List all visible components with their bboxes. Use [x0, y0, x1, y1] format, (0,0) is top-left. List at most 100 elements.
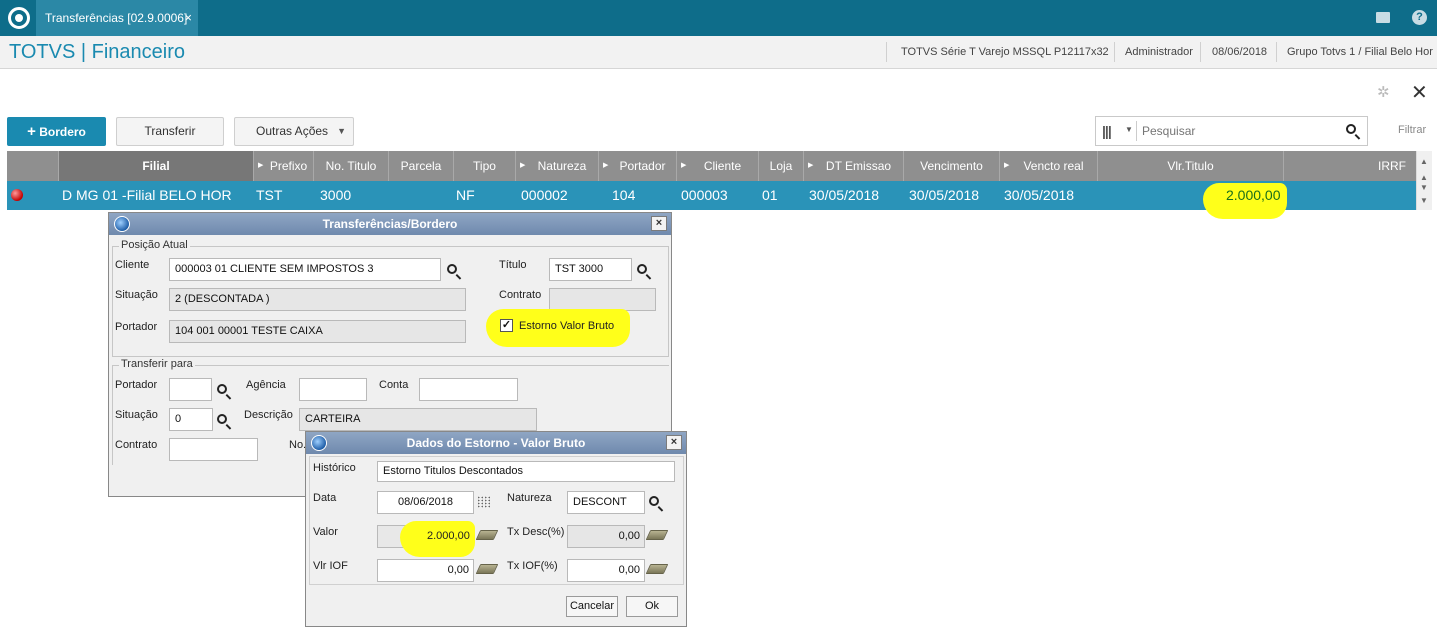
col-filial[interactable]: Filial	[59, 151, 254, 181]
valor-value: 2.000,00	[427, 530, 470, 542]
add-bordero-button[interactable]: + Bordero	[7, 117, 106, 146]
search-icon[interactable]	[637, 264, 647, 274]
natureza-field[interactable]: DESCONT	[567, 491, 645, 514]
col-parcela[interactable]: Parcela	[389, 151, 454, 181]
search-icon[interactable]	[447, 264, 457, 274]
col-parcela-label: Parcela	[400, 159, 442, 173]
cell-prefixo: TST	[256, 187, 283, 203]
cliente-field[interactable]: 000003 01 CLIENTE SEM IMPOSTOS 3	[169, 258, 441, 281]
col-vencto-real[interactable]: ▶ Vencto real	[1000, 151, 1098, 181]
dados-estorno-dialog: Dados do Estorno - Valor Bruto × Históri…	[305, 431, 687, 627]
outras-acoes-button[interactable]: Outras Ações ▼	[234, 117, 354, 146]
txdesc-label: Tx Desc(%)	[507, 526, 565, 538]
cliente-label: Cliente	[115, 259, 150, 271]
header-divider	[1114, 42, 1115, 62]
col-natureza-label: Natureza	[537, 159, 587, 173]
txiof-label: Tx IOF(%)	[507, 560, 558, 572]
col-portador[interactable]: ▶ Portador	[599, 151, 677, 181]
cell-portador: 104	[612, 187, 636, 203]
t-situacao-label: Situação	[115, 409, 158, 421]
historico-field[interactable]: Estorno Titulos Descontados	[377, 461, 675, 482]
cell-vencto-real: 30/05/2018	[1004, 187, 1075, 203]
search-divider	[1136, 121, 1137, 141]
descricao-label: Descrição	[244, 409, 293, 421]
vertical-scrollbar[interactable]: ▲ ▲ ▼ ▼	[1416, 151, 1432, 210]
search-icon[interactable]	[217, 414, 227, 424]
search-icon[interactable]	[1346, 124, 1356, 134]
col-dt-emissao[interactable]: ▶ DT Emissao	[804, 151, 904, 181]
gear-icon[interactable]: ✲	[1377, 83, 1390, 101]
columns-icon[interactable]: |||	[1102, 123, 1112, 139]
dialog-title: Dados do Estorno - Valor Bruto	[406, 436, 586, 450]
t-situacao-field[interactable]: 0	[169, 408, 213, 431]
col-prefixo[interactable]: ▶ Prefixo	[254, 151, 314, 181]
status-red-dot-icon	[11, 189, 23, 201]
search-icon[interactable]	[217, 384, 227, 394]
tab-transferencias[interactable]: Transferências [02.9.0006] ×	[36, 0, 198, 36]
col-vencimento[interactable]: Vencimento	[904, 151, 1000, 181]
vliof-field[interactable]: 0,00	[377, 559, 474, 582]
col-tipo[interactable]: Tipo	[454, 151, 516, 181]
t-contrato-field[interactable]	[169, 438, 258, 461]
col-irrf[interactable]: IRRF	[1284, 151, 1416, 181]
agencia-label: Agência	[246, 379, 286, 391]
filtrar-link[interactable]: Filtrar	[1398, 124, 1426, 136]
col-natureza[interactable]: ▶ Natureza	[516, 151, 599, 181]
search-filter-caret-icon[interactable]: ▼	[1125, 125, 1133, 134]
t-contrato-label: Contrato	[115, 439, 158, 451]
outras-acoes-label: Outras Ações	[256, 124, 329, 138]
plus-icon: +	[27, 123, 36, 140]
col-cliente[interactable]: ▶ Cliente	[677, 151, 759, 181]
col-vlr-titulo[interactable]: Vlr.Titulo	[1098, 151, 1284, 181]
mail-icon[interactable]	[1376, 12, 1390, 23]
transferir-label: Transferir	[144, 124, 196, 138]
cancel-button[interactable]: Cancelar	[566, 596, 618, 617]
scroll-down2-icon[interactable]: ▼	[1420, 196, 1428, 205]
scroll-up2-icon[interactable]: ▲	[1420, 173, 1428, 182]
portador-label: Portador	[115, 321, 158, 333]
ok-button[interactable]: Ok	[626, 596, 678, 617]
portador-field: 104 001 00001 TESTE CAIXA	[169, 320, 466, 343]
dialog-close-button[interactable]: ×	[666, 435, 682, 450]
tab-label: Transferências [02.9.0006]	[45, 11, 188, 25]
situacao-label: Situação	[115, 289, 158, 301]
dialog-close-button[interactable]: ×	[651, 216, 667, 231]
sort-arrow-icon: ▶	[520, 162, 526, 169]
col-status	[7, 151, 59, 181]
t-portador-field[interactable]	[169, 378, 212, 401]
totvs-logo-icon[interactable]	[8, 7, 30, 29]
search-icon[interactable]	[649, 496, 659, 506]
search-box[interactable]: ||| ▼	[1095, 116, 1368, 146]
conta-field[interactable]	[419, 378, 518, 401]
search-input[interactable]	[1140, 120, 1330, 142]
dialog-titlebar: Transferências/Bordero ×	[109, 213, 671, 235]
close-icon[interactable]: ✕	[1411, 80, 1428, 105]
cell-loja: 01	[762, 187, 778, 203]
header-divider	[1276, 42, 1277, 62]
txiof-field[interactable]: 0,00	[567, 559, 645, 582]
transferir-button[interactable]: Transferir	[116, 117, 224, 146]
header-divider	[886, 42, 887, 62]
scroll-down-icon[interactable]: ▼	[1420, 183, 1428, 192]
tab-close-icon[interactable]: ×	[184, 0, 192, 36]
col-no-titulo[interactable]: No. Titulo	[314, 151, 389, 181]
data-field[interactable]: 08/06/2018	[377, 491, 474, 514]
header-divider	[1200, 42, 1201, 62]
titulo-field[interactable]: TST 3000	[549, 258, 632, 281]
help-icon[interactable]: ?	[1412, 10, 1427, 25]
header-system: TOTVS Série T Varejo MSSQL P12117x32	[901, 46, 1109, 58]
cell-tipo: NF	[456, 187, 475, 203]
agencia-field[interactable]	[299, 378, 367, 401]
col-filial-label: Filial	[142, 159, 170, 173]
estorno-checkbox[interactable]: ✓	[500, 319, 513, 332]
natureza-label: Natureza	[507, 492, 552, 504]
sort-arrow-icon: ▶	[681, 162, 687, 169]
cell-dt-emissao: 30/05/2018	[809, 187, 880, 203]
col-vencimento-label: Vencimento	[920, 159, 983, 173]
grid-header: Filial ▶ Prefixo No. Titulo Parcela Tipo …	[7, 151, 1416, 181]
col-loja[interactable]: Loja	[759, 151, 804, 181]
scroll-up-icon[interactable]: ▲	[1420, 157, 1428, 166]
calendar-icon[interactable]	[477, 496, 491, 508]
header-date: 08/06/2018	[1212, 46, 1268, 58]
cell-natureza: 000002	[521, 187, 568, 203]
